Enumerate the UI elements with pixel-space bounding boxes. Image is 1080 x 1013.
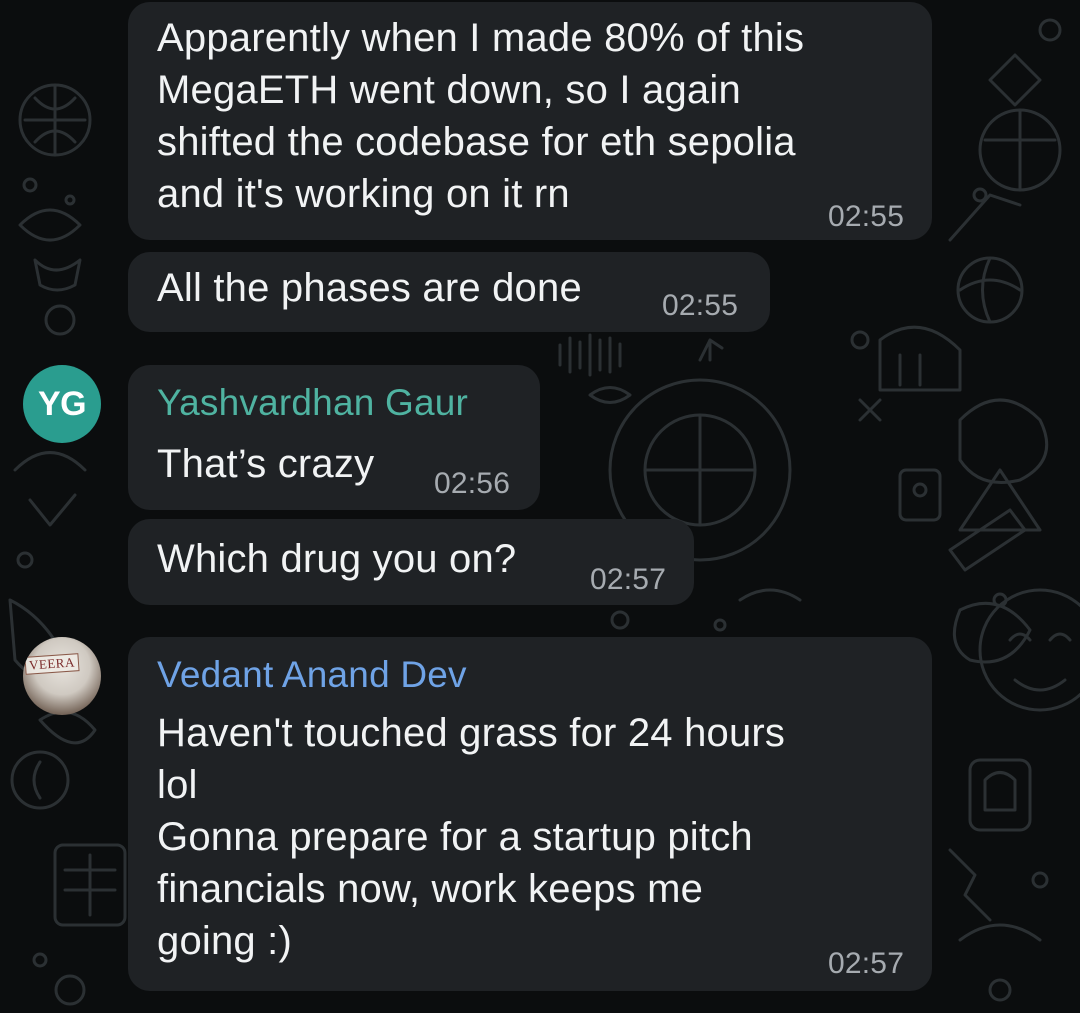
message-bubble[interactable]: Vedant Anand Dev Haven't touched grass f… [128,637,932,991]
message-text: Haven't touched grass for 24 hours lol G… [157,711,786,963]
message-timestamp: 02:57 [590,563,667,596]
message-timestamp: 02:55 [662,289,739,322]
message-list[interactable]: Apparently when I made 80% of this MegaE… [0,0,1080,1013]
message-text: That’s crazy [157,442,375,486]
sender-name[interactable]: Vedant Anand Dev [157,653,467,697]
message-text: All the phases are done [157,266,582,310]
avatar-photo-label: VEERA [24,653,80,675]
avatar-initials: YG [37,384,87,423]
message-timestamp: 02:57 [828,947,905,980]
message-text: Which drug you on? [157,537,517,581]
message-bubble[interactable]: All the phases are done 02:55 [128,252,770,332]
message-timestamp: 02:56 [434,467,511,500]
message-bubble[interactable]: Apparently when I made 80% of this MegaE… [128,2,932,240]
message-text: Apparently when I made 80% of this MegaE… [157,16,805,216]
sender-name[interactable]: Yashvardhan Gaur [157,381,468,425]
message-bubble[interactable]: Yashvardhan Gaur That’s crazy 02:56 [128,365,540,510]
avatar[interactable]: VEERA [23,637,101,715]
avatar[interactable]: YG [23,365,101,443]
message-bubble[interactable]: Which drug you on? 02:57 [128,519,694,605]
message-timestamp: 02:55 [828,200,905,233]
